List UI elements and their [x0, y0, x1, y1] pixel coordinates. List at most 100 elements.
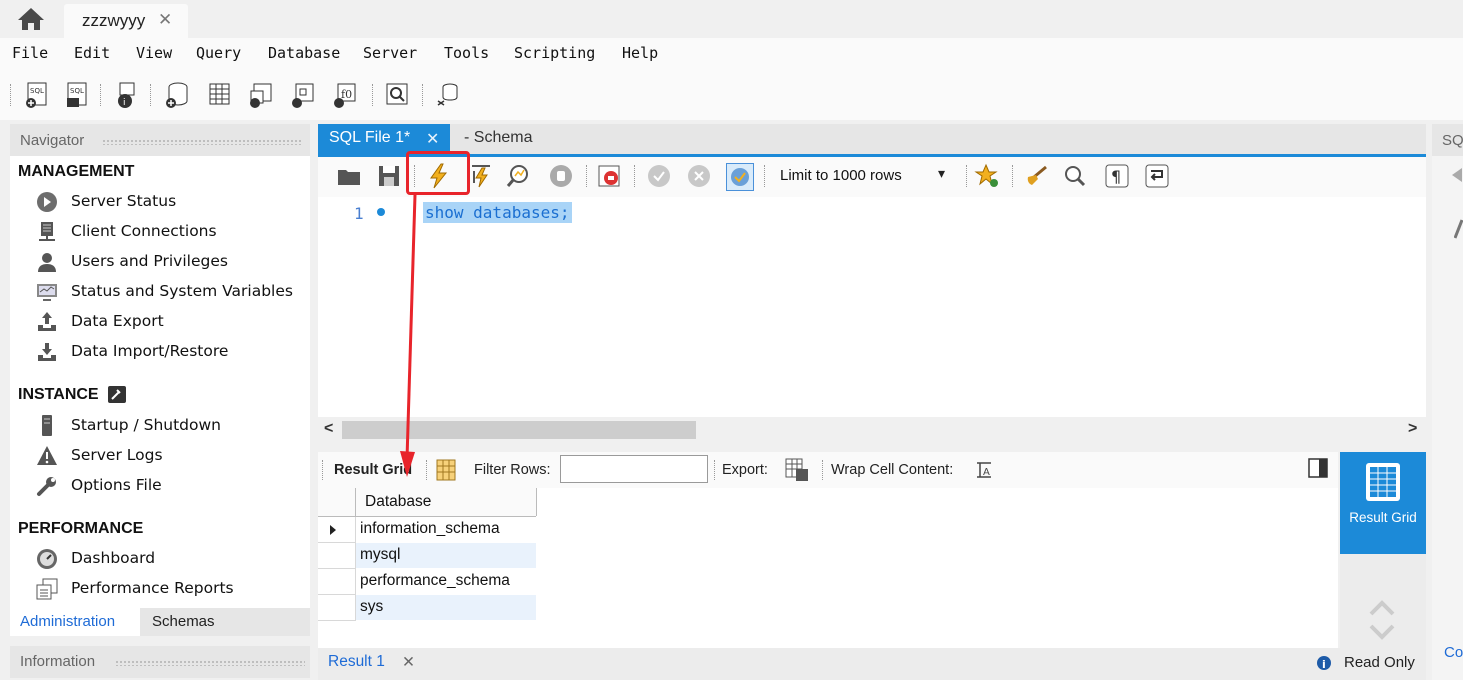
svg-text:SQL: SQL — [30, 87, 44, 95]
result-grid-view-button[interactable]: Result Grid — [1340, 452, 1426, 554]
scrollbar-thumb[interactable] — [342, 421, 696, 439]
create-table-icon[interactable] — [206, 81, 232, 109]
menu-server[interactable]: Server — [363, 44, 417, 62]
context-help-tab[interactable]: Co — [1444, 644, 1463, 661]
scroll-right-icon[interactable]: > — [1408, 420, 1417, 438]
svg-text:¶: ¶ — [1111, 167, 1121, 186]
menu-view[interactable]: View — [136, 44, 172, 62]
rollback-icon[interactable] — [686, 163, 712, 189]
add-snippet-star-icon[interactable] — [974, 163, 1000, 189]
limit-rows-select[interactable]: Limit to 1000 rows ▾ — [770, 163, 958, 189]
find-magnifier-icon[interactable] — [1062, 163, 1088, 189]
tab-schema[interactable]: - Schema — [464, 129, 532, 147]
nav-item-options-file[interactable]: Options File — [36, 473, 306, 499]
wrench-icon — [36, 475, 58, 497]
menu-edit[interactable]: Edit — [74, 44, 110, 62]
execute-current-statement-icon[interactable] — [468, 163, 494, 189]
filter-rows-label: Filter Rows: — [474, 462, 551, 478]
toggle-side-panel-icon[interactable] — [1308, 458, 1328, 478]
search-table-data-icon[interactable] — [384, 81, 410, 109]
create-procedure-icon[interactable] — [290, 81, 316, 109]
annotation-highlight-box — [406, 151, 470, 195]
stop-icon[interactable] — [548, 163, 574, 189]
open-sql-script-icon[interactable]: SQL — [64, 81, 90, 109]
code-line[interactable]: show databases; — [423, 202, 572, 223]
svg-text:f0: f0 — [341, 88, 352, 101]
client-connections-icon — [36, 221, 58, 243]
autocommit-toggle-icon[interactable] — [726, 163, 754, 191]
filter-rows-input[interactable] — [560, 455, 708, 483]
word-wrap-icon[interactable] — [1144, 163, 1170, 189]
commit-icon[interactable] — [646, 163, 672, 189]
reconnect-icon[interactable] — [434, 81, 460, 109]
nav-item-data-import[interactable]: Data Import/Restore — [36, 339, 306, 365]
horizontal-scrollbar[interactable]: < > — [318, 417, 1426, 443]
nav-item-server-status[interactable]: Server Status — [36, 189, 306, 215]
grid-columns-icon[interactable] — [436, 459, 456, 481]
nav-item-data-export[interactable]: Data Export — [36, 309, 306, 335]
svg-text:SQL: SQL — [70, 87, 84, 95]
server-status-icon — [36, 191, 58, 213]
table-row[interactable]: information_schema — [318, 517, 536, 543]
beautify-broom-icon[interactable] — [1024, 163, 1050, 189]
section-instance: INSTANCE — [18, 386, 99, 403]
nav-item-performance-reports[interactable]: Performance Reports — [36, 576, 306, 602]
menu-help[interactable]: Help — [622, 44, 658, 62]
new-sql-tab-icon[interactable]: SQL — [24, 81, 50, 109]
invisible-chars-pilcrow-icon[interactable]: ¶ — [1104, 163, 1130, 189]
read-only-status: Read Only — [1344, 654, 1415, 671]
scroll-up-down-icon[interactable] — [1367, 598, 1397, 642]
line-number: 1 — [354, 204, 364, 223]
navigator-title: Navigator — [20, 132, 85, 149]
result-grid[interactable]: Database information_schema mysql perfor… — [318, 488, 1338, 648]
scroll-left-icon[interactable]: < — [324, 420, 333, 438]
wrap-cell-icon[interactable]: A — [975, 461, 993, 479]
table-row[interactable]: performance_schema — [318, 569, 536, 595]
save-icon[interactable] — [376, 163, 402, 189]
tab-sql-file[interactable]: SQL File 1* ✕ — [318, 124, 450, 154]
close-icon[interactable]: ✕ — [158, 10, 172, 30]
nav-item-client-connections[interactable]: Client Connections — [36, 219, 306, 245]
create-schema-icon[interactable] — [164, 81, 190, 109]
connection-tab[interactable]: zzzwyyy ✕ — [64, 4, 188, 38]
export-icon[interactable] — [784, 457, 810, 483]
dropdown-arrow-icon: ▾ — [938, 165, 946, 181]
explain-icon[interactable] — [506, 163, 532, 189]
nav-item-server-logs[interactable]: Server Logs — [36, 443, 306, 469]
menu-file[interactable]: File — [12, 44, 48, 62]
table-row[interactable]: mysql — [318, 543, 536, 569]
tab-result-1[interactable]: Result 1 — [328, 653, 385, 671]
home-icon[interactable] — [14, 6, 48, 32]
export-label: Export: — [722, 462, 768, 478]
menu-tools[interactable]: Tools — [444, 44, 489, 62]
create-function-icon[interactable]: f0 — [332, 81, 358, 109]
svg-text:i: i — [1322, 658, 1326, 671]
table-row[interactable]: sys — [318, 595, 536, 621]
nav-item-users-privileges[interactable]: Users and Privileges — [36, 249, 306, 275]
create-view-icon[interactable] — [248, 81, 274, 109]
sql-editor[interactable]: 1 show databases; — [318, 197, 1426, 417]
menu-scripting[interactable]: Scripting — [514, 44, 595, 62]
nav-item-startup-shutdown[interactable]: Startup / Shutdown — [36, 413, 306, 439]
section-management: MANAGEMENT — [18, 163, 135, 180]
close-icon[interactable]: ✕ — [426, 129, 439, 149]
result-side-panel: Result Grid — [1340, 452, 1426, 652]
back-arrow-icon[interactable] — [1448, 166, 1462, 184]
server-icon — [36, 415, 58, 437]
monitor-icon — [36, 281, 58, 303]
user-icon — [36, 251, 58, 273]
info-icon: i — [1316, 655, 1332, 671]
nav-item-status-variables[interactable]: Status and System Variables — [36, 279, 306, 305]
navigator-tabs: Administration Schemas — [10, 608, 310, 636]
toggle-error-stop-icon[interactable] — [596, 163, 622, 189]
menu-database[interactable]: Database — [268, 44, 340, 62]
export-icon — [36, 311, 58, 333]
nav-item-dashboard[interactable]: Dashboard — [36, 546, 306, 572]
column-header-database[interactable]: Database — [356, 488, 537, 516]
svg-text:i: i — [123, 98, 126, 108]
close-icon[interactable]: ✕ — [402, 653, 415, 672]
inspector-icon[interactable]: i — [114, 81, 140, 109]
tab-administration[interactable]: Administration — [10, 608, 140, 636]
menu-query[interactable]: Query — [196, 44, 241, 62]
open-folder-icon[interactable] — [336, 163, 362, 189]
